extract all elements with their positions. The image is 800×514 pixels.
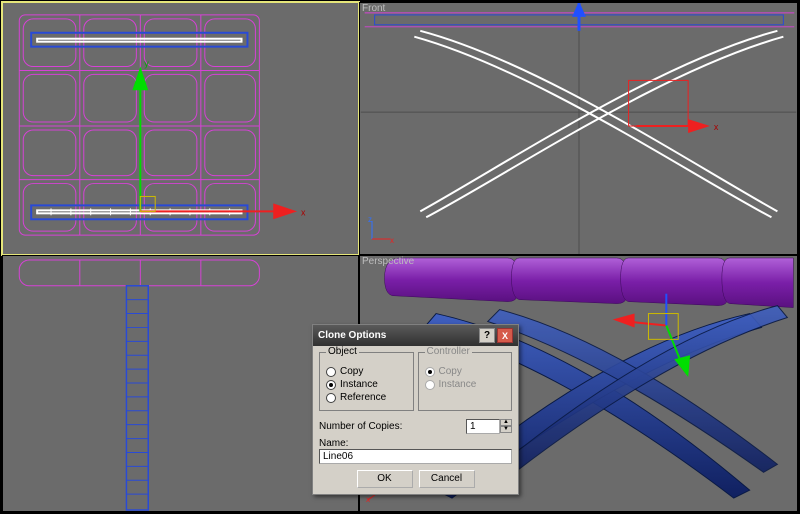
ok-button[interactable]: OK xyxy=(357,470,413,488)
clone-options-dialog: Clone Options ? X Object Copy Instance R… xyxy=(312,324,519,495)
spinner-down-icon[interactable]: ▼ xyxy=(500,426,512,433)
viewport-top[interactable]: x y xyxy=(2,2,359,255)
spinner-up-icon[interactable]: ▲ xyxy=(500,419,512,426)
svg-text:x: x xyxy=(301,207,306,217)
app-root: x y Front xyxy=(0,0,800,514)
copies-input[interactable] xyxy=(466,419,500,434)
name-field: Name: xyxy=(319,438,512,464)
svg-text:x: x xyxy=(714,122,719,132)
radio-ctrl-instance: Instance xyxy=(425,378,506,391)
radio-ctrl-copy: Copy xyxy=(425,365,506,378)
copies-field: Number of Copies: ▲▼ xyxy=(319,419,512,434)
viewport-label: Front xyxy=(362,3,385,14)
svg-text:x: x xyxy=(390,236,394,245)
group-label: Controller xyxy=(425,346,472,357)
cancel-button[interactable]: Cancel xyxy=(419,470,475,488)
radio-copy[interactable]: Copy xyxy=(326,365,407,378)
radio-reference[interactable]: Reference xyxy=(326,391,407,404)
controller-group: Controller Copy Instance xyxy=(418,352,513,411)
dialog-titlebar[interactable]: Clone Options ? X xyxy=(313,325,518,346)
viewport-left[interactable] xyxy=(2,255,359,512)
dialog-title: Clone Options xyxy=(318,330,479,341)
viewport-front[interactable]: Front xyxy=(359,2,798,255)
svg-text:y: y xyxy=(144,58,149,68)
help-button[interactable]: ? xyxy=(479,328,495,343)
group-label: Object xyxy=(326,346,359,357)
copies-spinner[interactable]: ▲▼ xyxy=(466,419,512,434)
copies-label: Number of Copies: xyxy=(319,421,462,432)
name-input[interactable] xyxy=(319,449,512,464)
svg-text:x: x xyxy=(366,495,370,502)
axis-tripod: z x xyxy=(366,215,396,248)
radio-instance[interactable]: Instance xyxy=(326,378,407,391)
viewport-label: Perspective xyxy=(362,256,414,267)
name-label: Name: xyxy=(319,438,512,449)
object-group: Object Copy Instance Reference xyxy=(319,352,414,411)
close-icon[interactable]: X xyxy=(497,328,513,343)
svg-text:z: z xyxy=(368,215,372,224)
